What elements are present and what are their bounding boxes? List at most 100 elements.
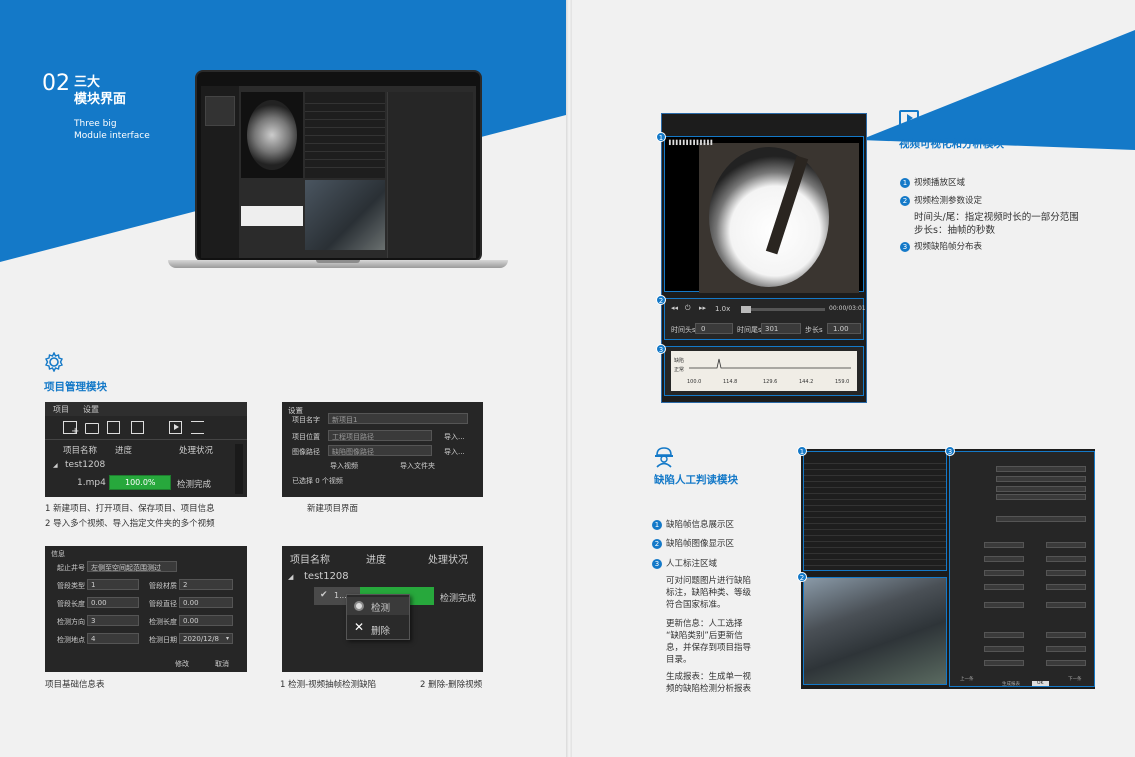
report-text-2: 频的缺陷检测分析报表 bbox=[666, 684, 752, 694]
label-detect-location: 检测地点 bbox=[57, 636, 85, 644]
label-detect-date: 检测日期 bbox=[149, 636, 177, 644]
menu-settings[interactable]: 设置 bbox=[83, 404, 99, 415]
basic-info-title: 信息 bbox=[51, 550, 65, 558]
next-button[interactable]: 下一条 bbox=[1068, 676, 1082, 682]
book-spine bbox=[566, 0, 572, 757]
file-name[interactable]: 1.mp4 bbox=[77, 478, 106, 488]
basic-info-caption: 项目基础信息表 bbox=[45, 680, 105, 690]
badge-defect-2: 2 bbox=[797, 572, 807, 582]
ok-button[interactable]: OK bbox=[1032, 681, 1049, 686]
next-frame-icon[interactable]: ▸▸ bbox=[699, 304, 706, 312]
video-item-2: 2 视频检测参数设定 bbox=[900, 194, 982, 206]
annotation-panel: 上一条 下一条 生成报表 OK bbox=[949, 451, 1095, 687]
time-head-value: 0 bbox=[701, 325, 706, 333]
tree-expand-icon[interactable]: ◢ bbox=[53, 462, 58, 469]
video-module-heading: 视频可视化和分析模块 bbox=[899, 138, 1004, 150]
basic-info-panel: 信息 起止井号 左侧至空间起范围测过 管段类型 1 管段材质 2 管段长度 0.… bbox=[45, 546, 247, 672]
segment-diameter-value: 0.00 bbox=[183, 599, 199, 607]
start-well-value: 左侧至空间起范围测过 bbox=[91, 564, 161, 572]
new-project-icon[interactable]: + bbox=[63, 421, 79, 437]
project-name-value: 新项目1 bbox=[332, 416, 358, 424]
label-detect-direction: 检测方向 bbox=[57, 618, 85, 626]
video-item-2-detail-1: 时间头/尾：指定视频时长的一部分范围 bbox=[914, 212, 1079, 223]
defect-item-3-text-2: 标注，缺陷种类、等级 bbox=[666, 588, 752, 598]
generate-report-button[interactable]: 生成报表 bbox=[1002, 681, 1020, 687]
project-caption-1: 1 新建项目、打开项目、保存项目、项目信息 bbox=[45, 504, 215, 514]
badge-defect-3: 3 bbox=[945, 446, 955, 456]
ctx-file-name[interactable]: 1... bbox=[334, 591, 347, 600]
detect-date-value: 2020/12/8 bbox=[183, 635, 219, 643]
detect-caption: 1 检测-视频抽帧检测缺陷 bbox=[280, 680, 377, 690]
defect-frame-image bbox=[803, 577, 947, 685]
image-path-value: 缺陷图像路径 bbox=[332, 448, 374, 456]
label-start-well: 起止井号 bbox=[57, 564, 85, 572]
video-item-3: 3 视频缺陷帧分布表 bbox=[900, 240, 982, 252]
update-text-4: 目录。 bbox=[666, 655, 692, 665]
chart-label-normal: 正常 bbox=[674, 367, 685, 373]
prev-frame-icon[interactable]: ◂◂ bbox=[671, 304, 678, 312]
speed-value[interactable]: 1.0x bbox=[715, 305, 730, 313]
section-title-line2: 模块界面 bbox=[74, 92, 127, 107]
tree-root[interactable]: test1208 bbox=[65, 460, 105, 470]
modify-button[interactable]: 修改 bbox=[175, 659, 189, 669]
cancel-button[interactable]: 取消 bbox=[215, 659, 229, 669]
label-time-head: 时间头s bbox=[671, 326, 696, 334]
import-video-button[interactable]: 导入视频 bbox=[330, 461, 358, 471]
import-path-button[interactable]: 导入... bbox=[444, 432, 465, 442]
chart-tick-2: 129.6 bbox=[763, 379, 778, 385]
import-video-icon[interactable] bbox=[169, 421, 182, 434]
label-segment-type: 管段类型 bbox=[57, 582, 85, 590]
col-project-name: 项目名称 bbox=[63, 446, 98, 456]
col-status: 处理状况 bbox=[179, 446, 214, 456]
prev-button[interactable]: 上一条 bbox=[960, 676, 974, 682]
open-folder-icon[interactable] bbox=[85, 423, 99, 434]
check-icon: ✔ bbox=[320, 590, 328, 600]
chart-tick-0: 100.0 bbox=[687, 379, 702, 385]
new-project-panel: 设置 项目名字 新项目1 项目位置 工程项目路径 导入... 图像路径 缺陷图像… bbox=[282, 402, 483, 497]
import-folder-icon[interactable] bbox=[191, 421, 204, 434]
label-detect-length: 检测长度 bbox=[149, 618, 177, 626]
menu-project[interactable]: 项目 bbox=[53, 404, 69, 415]
context-menu-panel: 项目名称 进度 处理状况 ◢ test1208 ✔ 1... 检测完成 检测 ✕… bbox=[282, 546, 483, 672]
delete-icon: ✕ bbox=[354, 620, 365, 634]
edit-icon[interactable] bbox=[131, 421, 144, 434]
update-text-3: 息，并保存到项目指导 bbox=[666, 643, 752, 653]
laptop-screen bbox=[201, 86, 476, 258]
save-icon[interactable] bbox=[107, 421, 120, 434]
label-step: 步长s bbox=[805, 326, 823, 334]
chevron-down-icon[interactable]: ▾ bbox=[226, 635, 229, 642]
delete-menu-label[interactable]: 删除 bbox=[371, 623, 390, 637]
import-image-path-button[interactable]: 导入... bbox=[444, 447, 465, 457]
label-project-name: 项目名字 bbox=[292, 416, 320, 424]
step-value: 1.00 bbox=[833, 325, 849, 333]
badge-video-1: 1 bbox=[656, 132, 666, 142]
detect-menu-label[interactable]: 检测 bbox=[371, 600, 390, 614]
project-module-heading: 项目管理模块 bbox=[44, 381, 107, 393]
gear-icon bbox=[44, 351, 64, 373]
ctx-tree-expand-icon[interactable]: ◢ bbox=[288, 573, 293, 581]
label-time-tail: 时间尾s bbox=[737, 326, 762, 334]
video-seek-slider[interactable] bbox=[741, 308, 825, 311]
badge-defect-1: 1 bbox=[797, 446, 807, 456]
power-icon[interactable]: ⏻ bbox=[685, 304, 691, 313]
video-item-1: 1 视频播放区域 bbox=[900, 176, 965, 188]
chart-tick-3: 144.2 bbox=[799, 379, 814, 385]
update-text-1: 更新信息：人工选择 bbox=[666, 619, 743, 629]
col-progress: 进度 bbox=[115, 446, 133, 456]
time-tail-value: 301 bbox=[765, 325, 779, 333]
defect-frame-list[interactable] bbox=[803, 451, 947, 571]
status-text: 检测完成 bbox=[177, 480, 212, 490]
chart-label-defect: 缺陷 bbox=[674, 358, 685, 364]
section-subtitle-line1: Three big bbox=[74, 119, 117, 129]
video-player[interactable]: ▌▌▌▌▌▌▌▌▌▌▌▌▌ bbox=[664, 136, 864, 293]
report-text-1: 生成报表：生成单一视 bbox=[666, 672, 752, 682]
ctx-tree-root[interactable]: test1208 bbox=[304, 571, 349, 582]
ctx-col-name: 项目名称 bbox=[290, 555, 330, 566]
import-folder-button[interactable]: 导入文件夹 bbox=[400, 461, 435, 471]
defect-item-2: 2 缺陷帧图像显示区 bbox=[652, 537, 734, 549]
time-display: 00:00/03:01 bbox=[829, 305, 866, 312]
badge-video-2: 2 bbox=[656, 295, 666, 305]
update-text-2: “缺陷类别”后更新信 bbox=[666, 631, 743, 641]
laptop-mockup bbox=[168, 70, 508, 275]
ctx-col-progress: 进度 bbox=[366, 555, 386, 566]
